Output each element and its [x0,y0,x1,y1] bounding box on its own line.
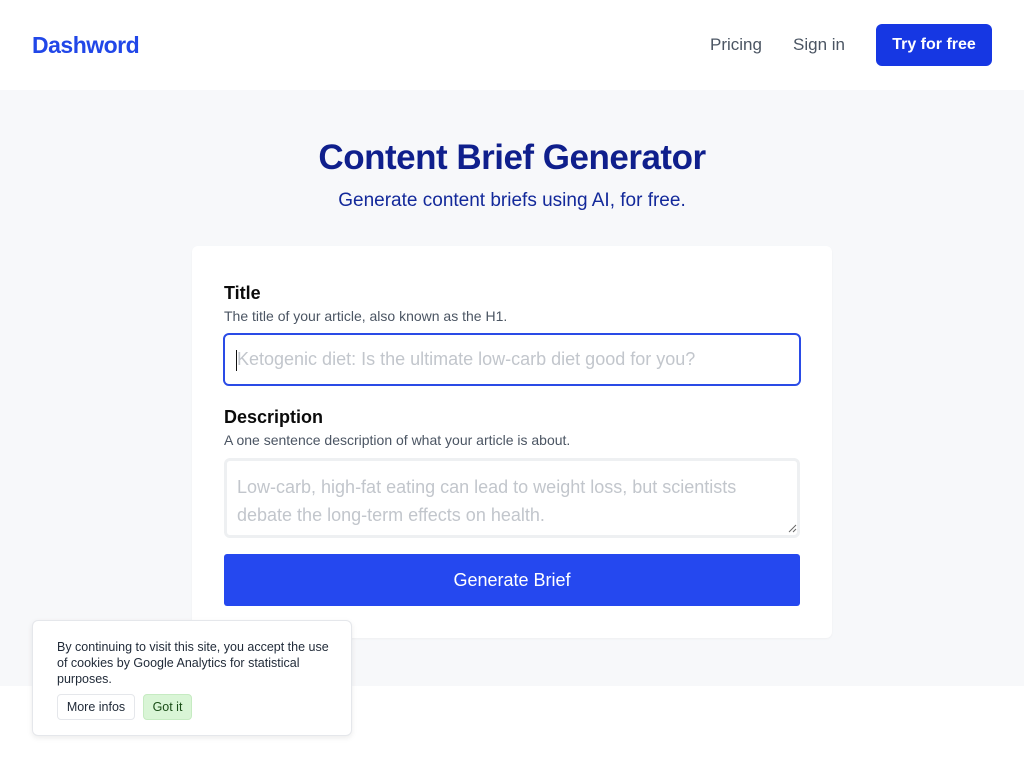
site-header: Dashword Pricing Sign in Try for free [0,0,1024,90]
generate-brief-button[interactable]: Generate Brief [224,554,800,606]
try-for-free-button[interactable]: Try for free [876,24,992,66]
page-subtitle: Generate content briefs using AI, for fr… [338,190,686,211]
title-help-text: The title of your article, also known as… [224,308,508,324]
cookie-banner: By continuing to visit this site, you ac… [32,620,352,736]
got-it-button[interactable]: Got it [143,694,192,720]
resize-handle-icon[interactable] [788,524,797,533]
page-title: Content Brief Generator [318,138,706,177]
description-input[interactable] [224,458,800,538]
cookie-text: By continuing to visit this site, you ac… [57,640,329,686]
nav-link-sign-in[interactable]: Sign in [793,35,845,55]
more-infos-button[interactable]: More infos [57,694,135,720]
text-caret [236,350,237,371]
description-label: Description [224,407,324,427]
title-input[interactable] [223,333,801,386]
logo[interactable]: Dashword [32,32,140,59]
description-help-text: A one sentence description of what your … [224,432,571,448]
nav-link-pricing[interactable]: Pricing [710,35,762,55]
title-label: Title [224,283,261,303]
